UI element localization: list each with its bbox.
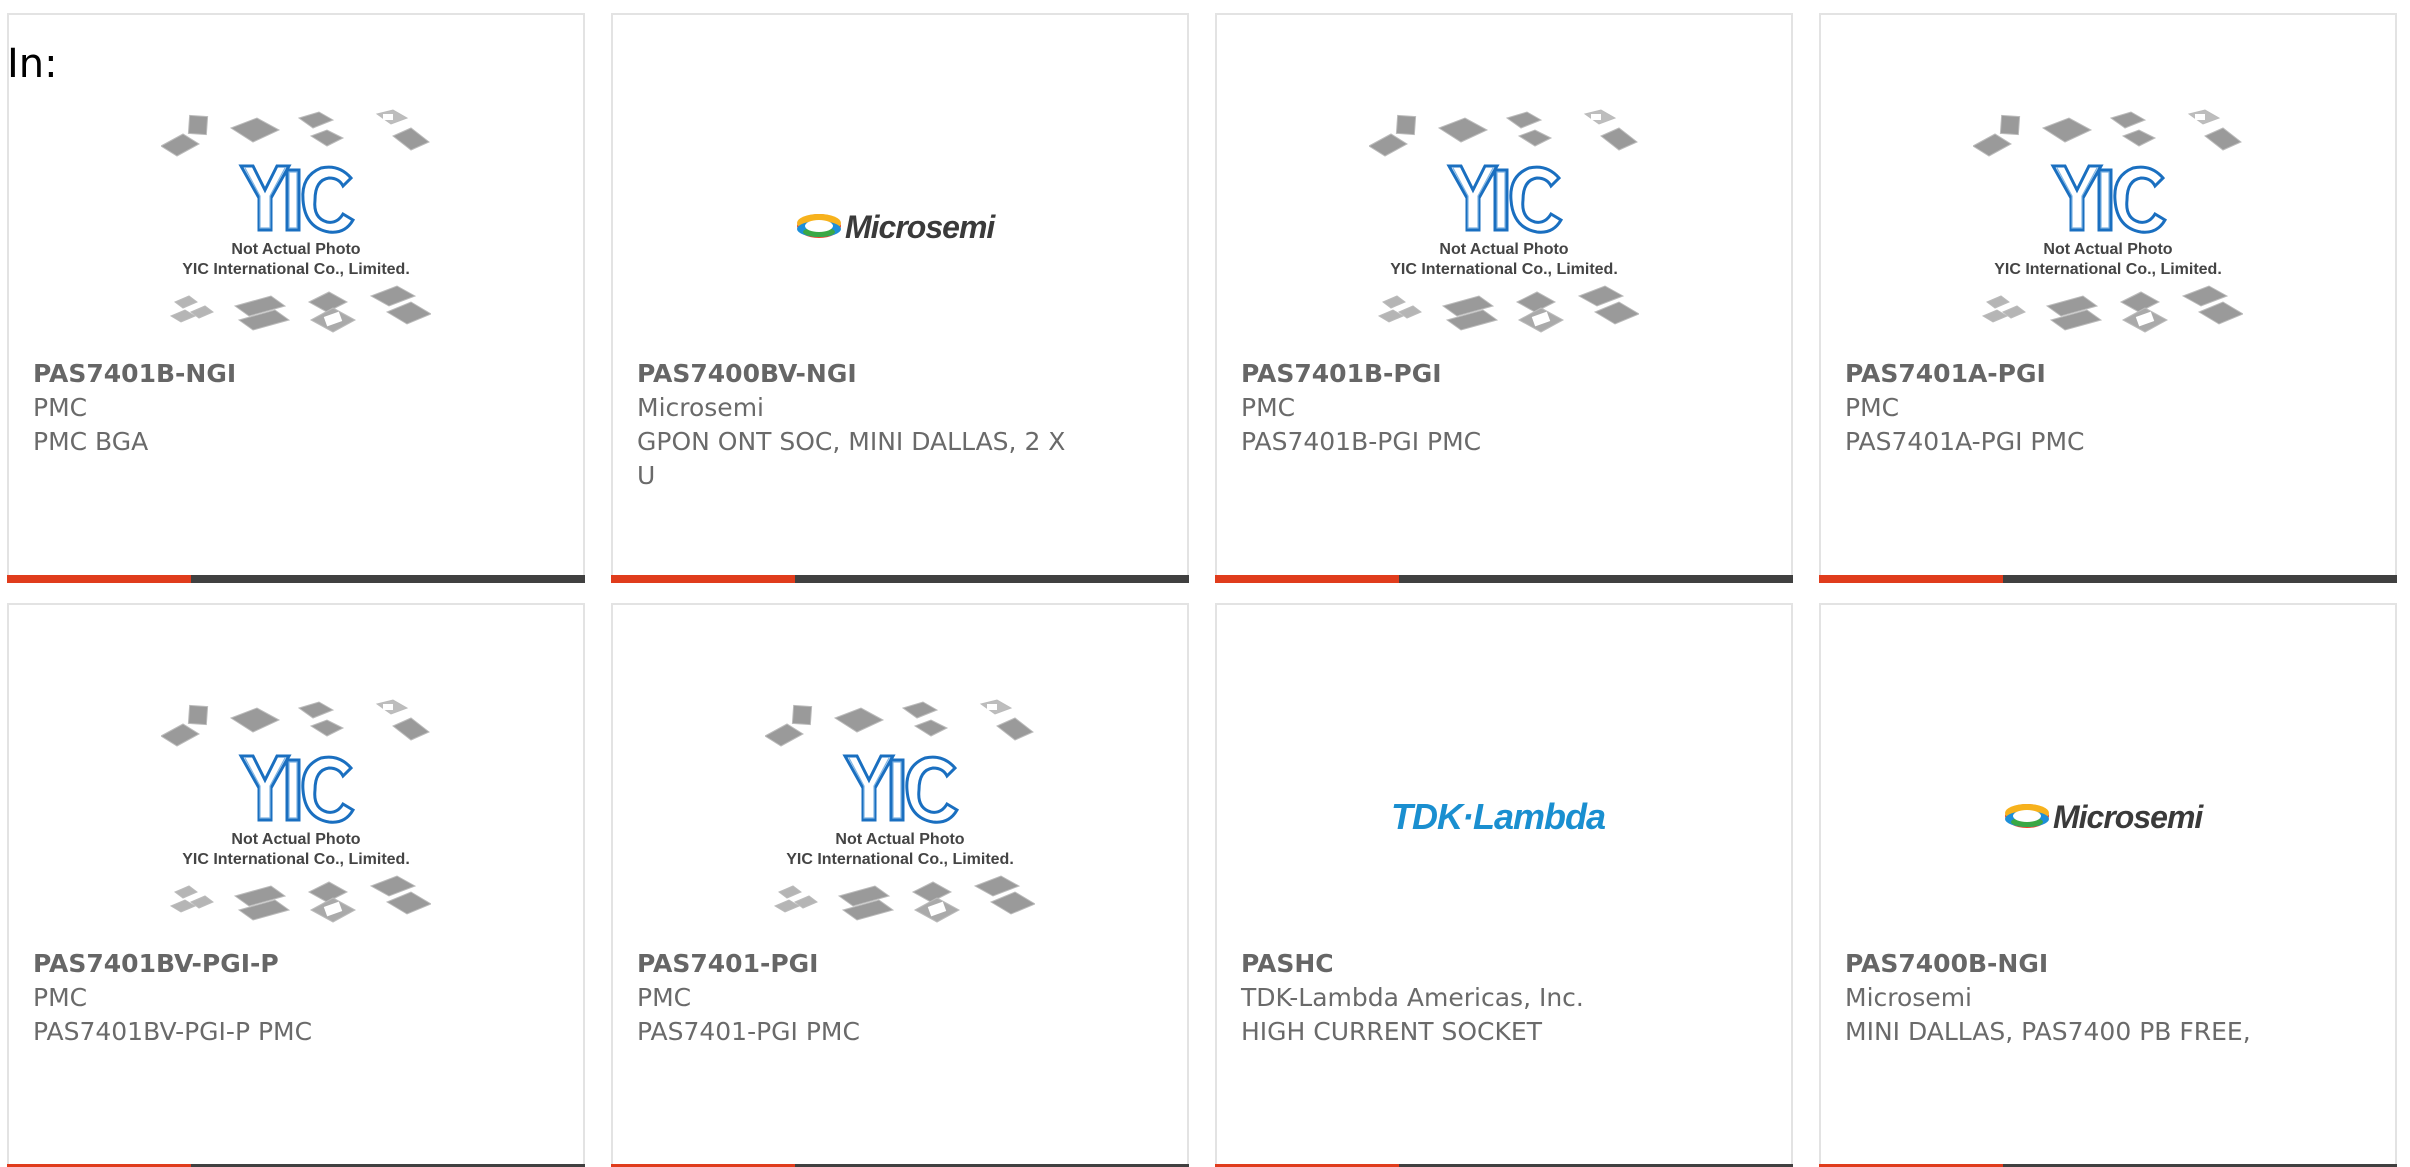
microsemi-swirl-icon bbox=[2005, 804, 2049, 828]
yic-caption-line2: YIC International Co., Limited. bbox=[1994, 261, 2222, 278]
yic-caption-line2: YIC International Co., Limited. bbox=[1390, 261, 1618, 278]
card-footer-accent bbox=[1819, 575, 2003, 583]
microsemi-logo-image: Microsemi bbox=[2005, 799, 2205, 835]
product-card[interactable]: Microsemi PAS7400BV-NGI Microsemi GPON ONT… bbox=[611, 13, 1189, 583]
part-number-link[interactable]: PAS7401A-PGI bbox=[1845, 357, 2295, 391]
product-grid: Not Actual Photo YIC International Co., … bbox=[7, 13, 2397, 1167]
filter-label: In: bbox=[7, 41, 58, 87]
product-thumbnail[interactable]: Not Actual Photo YIC International Co., … bbox=[9, 95, 583, 357]
yic-caption-line1: Not Actual Photo bbox=[835, 831, 964, 848]
yic-placeholder-image: Not Actual Photo YIC International Co., … bbox=[161, 699, 431, 923]
microsemi-swirl-icon bbox=[797, 214, 841, 238]
manufacturer-name: Microsemi bbox=[1845, 983, 1972, 1012]
yic-caption-line1: Not Actual Photo bbox=[2043, 241, 2172, 258]
yic-caption-line1: Not Actual Photo bbox=[231, 241, 360, 258]
card-footer-bar bbox=[7, 575, 585, 583]
yic-placeholder-image: Not Actual Photo YIC International Co., … bbox=[765, 699, 1035, 923]
card-footer-bar bbox=[1819, 575, 2397, 583]
yic-caption-line2: YIC International Co., Limited. bbox=[182, 851, 410, 868]
product-description: PAS7401BV-PGI-P PMC bbox=[33, 1017, 313, 1046]
yic-placeholder-image: Not Actual Photo YIC International Co., … bbox=[1369, 109, 1639, 333]
product-card[interactable]: Not Actual Photo YIC International Co., … bbox=[7, 13, 585, 583]
product-thumbnail[interactable]: Not Actual Photo YIC International Co., … bbox=[1217, 95, 1791, 357]
manufacturer-name: Microsemi bbox=[637, 393, 764, 422]
product-info: PAS7401B-PGI PMC PAS7401B-PGI PMC bbox=[1241, 357, 1691, 459]
product-description: MINI DALLAS, PAS7400 PB FREE, bbox=[1845, 1017, 2251, 1046]
product-info: PAS7400BV-NGI Microsemi GPON ONT SOC, MINI… bbox=[637, 357, 1087, 493]
product-info: PAS7400B-NGI Microsemi MINI DALLAS, PAS740… bbox=[1845, 947, 2295, 1049]
product-thumbnail[interactable]: Not Actual Photo YIC International Co., … bbox=[1821, 95, 2395, 357]
product-grid-page: Not Actual Photo YIC International Co., … bbox=[0, 0, 2410, 1167]
product-info: PAS7401-PGI PMC PAS7401-PGI PMC bbox=[637, 947, 1087, 1049]
card-footer-accent bbox=[7, 575, 191, 583]
part-number-link[interactable]: PAS7401-PGI bbox=[637, 947, 1087, 981]
product-card[interactable]: Not Actual Photo YIC International Co., … bbox=[1819, 13, 2397, 583]
product-card[interactable]: Not Actual Photo YIC International Co., … bbox=[7, 603, 585, 1167]
manufacturer-name: PMC bbox=[637, 983, 692, 1012]
part-number-link[interactable]: PAS7400B-NGI bbox=[1845, 947, 2295, 981]
product-description: GPON ONT SOC, MINI DALLAS, 2 X U bbox=[637, 427, 1066, 490]
product-thumbnail[interactable]: Microsemi bbox=[1821, 685, 2395, 947]
yic-caption-line2: YIC International Co., Limited. bbox=[786, 851, 1014, 868]
yic-caption-line1: Not Actual Photo bbox=[231, 831, 360, 848]
yic-caption-line2: YIC International Co., Limited. bbox=[182, 261, 410, 278]
card-footer-accent bbox=[611, 575, 795, 583]
tdk-lambda-wordmark: TDK·Lambda bbox=[1391, 796, 1605, 837]
yic-caption-line1: Not Actual Photo bbox=[1439, 241, 1568, 258]
product-thumbnail[interactable]: Microsemi bbox=[613, 95, 1187, 357]
part-number-link[interactable]: PAS7401B-NGI bbox=[33, 357, 483, 391]
product-card[interactable]: Not Actual Photo YIC International Co., … bbox=[611, 603, 1189, 1167]
microsemi-wordmark: Microsemi bbox=[2053, 799, 2204, 835]
product-description: PMC BGA bbox=[33, 427, 149, 456]
part-number-link[interactable]: PAS7401BV-PGI-P bbox=[33, 947, 483, 981]
product-card[interactable]: Not Actual Photo YIC International Co., … bbox=[1215, 13, 1793, 583]
yic-placeholder-image: Not Actual Photo YIC International Co., … bbox=[1973, 109, 2243, 333]
product-info: PAS7401B-NGI PMC PMC BGA bbox=[33, 357, 483, 459]
product-description: PAS7401A-PGI PMC bbox=[1845, 427, 2085, 456]
part-number-link[interactable]: PAS7401B-PGI bbox=[1241, 357, 1691, 391]
product-description: PAS7401-PGI PMC bbox=[637, 1017, 860, 1046]
yic-placeholder-image: Not Actual Photo YIC International Co., … bbox=[161, 109, 431, 333]
part-number-link[interactable]: PAS7400BV-NGI bbox=[637, 357, 1087, 391]
card-footer-accent bbox=[1215, 575, 1399, 583]
card-footer-bar bbox=[1215, 575, 1793, 583]
product-info: PAS7401BV-PGI-P PMC PAS7401BV-PGI-P PMC bbox=[33, 947, 483, 1049]
tdk-lambda-logo-image: TDK·Lambda bbox=[1391, 796, 1606, 837]
product-card[interactable]: TDK·Lambda PASHC TDK-Lambda Americas, Inc… bbox=[1215, 603, 1793, 1167]
manufacturer-name: PMC bbox=[1241, 393, 1296, 422]
manufacturer-name: PMC bbox=[33, 983, 88, 1012]
product-info: PASHC TDK-Lambda Americas, Inc. HIGH CURRE… bbox=[1241, 947, 1691, 1049]
product-card[interactable]: Microsemi PAS7400B-NGI Microsemi MINI DALL… bbox=[1819, 603, 2397, 1167]
product-description: HIGH CURRENT SOCKET bbox=[1241, 1017, 1542, 1046]
manufacturer-name: PMC bbox=[33, 393, 88, 422]
product-thumbnail[interactable]: Not Actual Photo YIC International Co., … bbox=[9, 685, 583, 947]
product-thumbnail[interactable]: Not Actual Photo YIC International Co., … bbox=[613, 685, 1187, 947]
product-thumbnail[interactable]: TDK·Lambda bbox=[1217, 685, 1791, 947]
microsemi-logo-image: Microsemi bbox=[797, 209, 997, 245]
product-description: PAS7401B-PGI PMC bbox=[1241, 427, 1482, 456]
manufacturer-name: TDK-Lambda Americas, Inc. bbox=[1241, 983, 1584, 1012]
part-number-link[interactable]: PASHC bbox=[1241, 947, 1691, 981]
product-info: PAS7401A-PGI PMC PAS7401A-PGI PMC bbox=[1845, 357, 2295, 459]
manufacturer-name: PMC bbox=[1845, 393, 1900, 422]
card-footer-bar bbox=[611, 575, 1189, 583]
microsemi-wordmark: Microsemi bbox=[845, 209, 996, 245]
